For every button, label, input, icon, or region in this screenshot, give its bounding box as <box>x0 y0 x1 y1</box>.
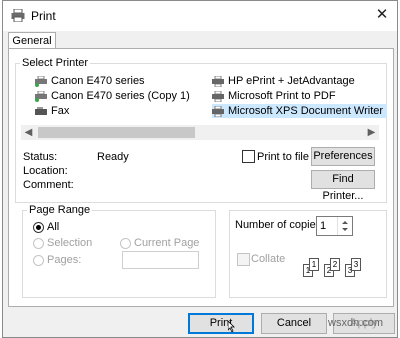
printer-icon <box>11 8 25 23</box>
printer-name: HP ePrint + JetAdvantage <box>228 75 355 87</box>
printer-network-icon <box>35 75 48 87</box>
printer-name: Canon E470 series <box>51 75 145 87</box>
printer-name: Microsoft Print to PDF <box>228 90 336 102</box>
printer-item[interactable]: Canon E470 series (Copy 1) <box>35 89 190 103</box>
current-page-radio[interactable] <box>120 238 131 249</box>
printer-name: Microsoft XPS Document Writer <box>228 105 384 117</box>
selection-label: Selection <box>47 237 93 249</box>
title-bar: Print ✕ <box>3 1 397 31</box>
collate-label: Collate <box>251 253 286 265</box>
find-printer-button[interactable]: Find Printer... <box>311 170 375 202</box>
printer-item[interactable]: Fax <box>35 104 69 118</box>
all-radio[interactable] <box>33 222 44 233</box>
spin-arrows-icon <box>342 221 348 231</box>
pages-label: Pages: <box>47 254 82 266</box>
printer-icon <box>212 105 225 117</box>
collate-pages-icon: 1 1 2 2 3 3 <box>303 254 373 280</box>
scrollbar-thumb[interactable] <box>38 127 195 138</box>
mouse-cursor-icon <box>227 320 236 333</box>
general-tab-panel: Select Printer Canon E470 series Canon E… <box>8 48 394 307</box>
cancel-button[interactable]: Cancel <box>261 313 327 334</box>
printer-icon <box>212 90 225 102</box>
printer-item[interactable]: Microsoft Print to PDF <box>212 89 336 103</box>
pages-input[interactable] <box>122 251 199 269</box>
printer-name: Canon E470 series (Copy 1) <box>51 90 190 102</box>
printer-list-scrollbar[interactable]: ◀ ▶ <box>21 125 379 140</box>
printer-icon <box>212 75 225 87</box>
selection-radio[interactable] <box>33 238 44 249</box>
print-to-file-checkbox[interactable] <box>242 150 255 163</box>
preferences-button[interactable]: Preferences <box>311 147 375 166</box>
printer-name: Fax <box>51 105 70 117</box>
printer-network-icon <box>35 90 48 102</box>
all-label: All <box>47 221 60 233</box>
print-dialog: Print ✕ General Select Printer Canon E47… <box>2 0 398 338</box>
collate-checkbox[interactable] <box>237 253 250 266</box>
tab-general[interactable]: General <box>8 32 56 49</box>
select-printer-legend: Select Printer <box>20 57 91 69</box>
status-value: Ready <box>97 151 129 163</box>
location-label: Location: <box>23 165 68 177</box>
printer-item[interactable]: HP ePrint + JetAdvantage <box>212 74 355 88</box>
current-page-label: Current Page <box>134 237 200 249</box>
number-of-copies-label: Number of copies: <box>235 219 325 231</box>
pages-radio[interactable] <box>33 255 44 266</box>
fax-icon <box>35 106 48 117</box>
scroll-left-icon[interactable]: ◀ <box>21 125 36 140</box>
printer-item-selected[interactable]: Microsoft XPS Document Writer <box>212 104 388 118</box>
copies-value: 1 <box>320 220 327 232</box>
print-to-file-label: Print to file <box>257 151 309 163</box>
status-label: Status: <box>23 151 58 163</box>
window-title: Print <box>31 9 56 23</box>
close-icon[interactable]: ✕ <box>373 6 391 24</box>
page-range-legend: Page Range <box>27 204 93 216</box>
print-button[interactable]: Print <box>188 313 254 334</box>
printer-item[interactable]: Canon E470 series <box>35 74 145 88</box>
watermark: wsxdn.com <box>328 317 384 329</box>
copies-spinbox[interactable]: 1 <box>316 216 353 236</box>
comment-label: Comment: <box>23 179 74 191</box>
copies-stepper[interactable] <box>337 217 352 235</box>
scroll-right-icon[interactable]: ▶ <box>364 125 379 140</box>
